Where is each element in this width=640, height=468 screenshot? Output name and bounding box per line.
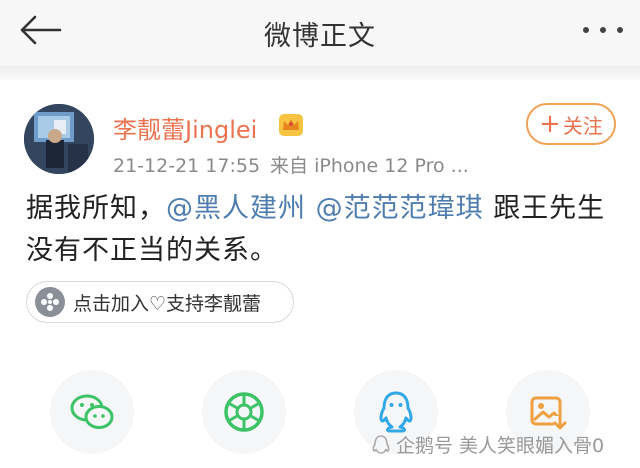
penguin-logo-icon	[372, 434, 390, 454]
mention-link[interactable]: @黑人建州	[166, 193, 306, 224]
crown-icon	[279, 114, 303, 136]
username[interactable]: 李靓蕾Jinglei	[113, 110, 257, 145]
qq-icon	[379, 391, 413, 433]
moments-icon	[224, 392, 264, 432]
post-time: 21-12-21 17:55	[113, 155, 261, 177]
watermark: 企鹅号 美人笑眼媚入骨0	[370, 431, 604, 458]
page-title: 微博正文	[264, 21, 376, 52]
header-divider	[0, 66, 640, 80]
follow-button[interactable]: + 关注	[526, 103, 616, 145]
support-label: 点击加入♡支持李靓蕾	[73, 292, 262, 315]
post-source: 来自 iPhone 12 Pro ...	[270, 155, 469, 177]
post-text-start: 据我所知，	[26, 193, 166, 224]
post-text: 据我所知，@黑人建州 @范范范瑋琪 跟王先生没有不正当的关系。	[26, 188, 616, 272]
follow-label: 关注	[562, 113, 603, 138]
support-chip[interactable]: 点击加入♡支持李靓蕾	[26, 281, 294, 323]
mention-link[interactable]: @范范范瑋琪	[316, 193, 484, 224]
share-moments-button[interactable]	[202, 370, 286, 454]
plus-icon: +	[539, 109, 561, 139]
support-icon	[35, 287, 65, 317]
post-meta: 21-12-21 17:55 来自 iPhone 12 Pro ...	[113, 151, 469, 178]
save-image-icon	[530, 396, 567, 430]
share-wechat-button[interactable]	[50, 370, 134, 454]
avatar[interactable]	[24, 104, 94, 174]
more-dots-icon[interactable]	[578, 20, 628, 40]
top-navigation-bar: 微博正文	[0, 0, 640, 66]
watermark-text: 企鹅号 美人笑眼媚入骨0	[396, 435, 605, 457]
wechat-icon	[70, 394, 114, 429]
